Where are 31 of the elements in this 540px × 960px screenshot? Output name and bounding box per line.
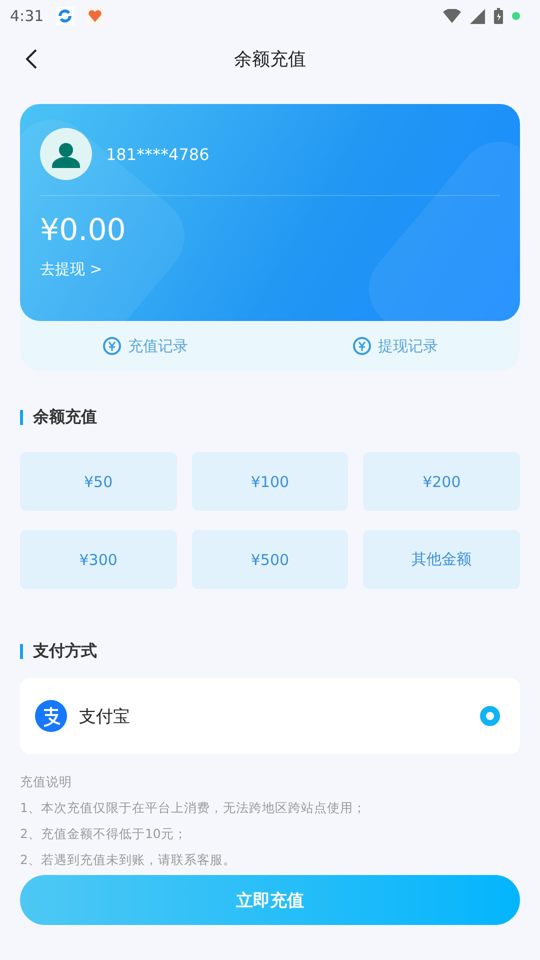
status-time: 4:31 — [10, 7, 44, 25]
record-link[interactable]: 提现记录 — [378, 336, 438, 356]
alipay-icon — [35, 700, 67, 732]
back-icon[interactable] — [24, 48, 38, 70]
payment-radio[interactable] — [480, 706, 500, 726]
note-line: 2、若遇到充值未到账，请联系客服。 — [20, 852, 237, 868]
phone-number: 181****4786 — [106, 144, 210, 164]
amount-option[interactable]: 其他金额 — [363, 530, 520, 589]
section-title: 余额充值 — [33, 406, 97, 428]
record-link[interactable]: 充值记录 — [128, 336, 188, 356]
balance-amount: ¥0.00 — [40, 213, 127, 248]
recharge-button[interactable]: 立即充值 — [20, 875, 520, 925]
page-title: 余额充值 — [234, 48, 306, 71]
notification-dot-icon — [512, 12, 520, 20]
notes-title: 充值说明 — [20, 774, 73, 790]
amount-option[interactable]: ¥300 — [20, 530, 177, 589]
app-icon — [56, 7, 74, 25]
signal-icon — [470, 8, 485, 24]
avatar-icon — [40, 128, 92, 180]
amount-option[interactable]: ¥500 — [192, 530, 348, 589]
wifi-icon — [443, 9, 461, 23]
heart-icon — [86, 7, 104, 25]
payment-method-label: 支付宝 — [79, 706, 131, 728]
battery-icon — [494, 8, 503, 24]
note-line: 1、本次充值仅限于在平台上消费，无法跨地区跨站点使用； — [20, 800, 367, 816]
note-line: 2、充值金额不得低于10元； — [20, 826, 188, 842]
section-title: 支付方式 — [33, 640, 97, 662]
withdraw-link[interactable]: 去提现 > — [40, 260, 102, 279]
amount-option[interactable]: ¥50 — [20, 452, 177, 511]
amount-option[interactable]: ¥100 — [192, 452, 348, 511]
amount-option[interactable]: ¥200 — [363, 452, 520, 511]
